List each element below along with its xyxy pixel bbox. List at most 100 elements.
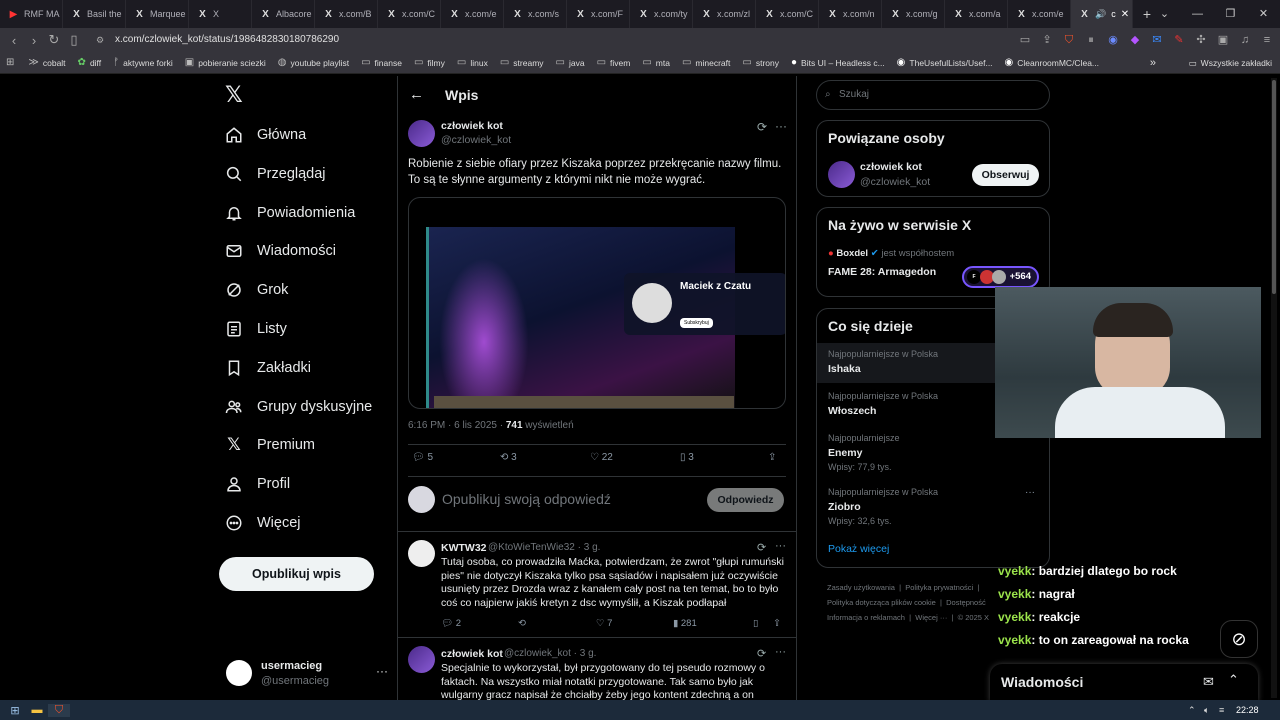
reply-item[interactable]: KWTW32 @KtoWieTenWie32 · 3 g. ⟳ ··· Tuta… <box>398 532 796 636</box>
account-switcher[interactable]: usermacieg @usermacieg ··· <box>226 656 388 692</box>
more-icon[interactable]: ··· <box>376 664 388 678</box>
reply-author[interactable]: KWTW32 <box>441 542 487 554</box>
close-window-icon[interactable]: ✕ <box>1247 0 1280 28</box>
back-arrow-icon[interactable]: ← <box>409 86 424 103</box>
bookmark[interactable]: ≫ cobalt <box>28 57 65 68</box>
reply-button[interactable]: 💬︎ 2 <box>441 618 461 629</box>
bookmark[interactable]: ✿ diff <box>78 57 102 68</box>
footer-link[interactable]: Informacja o reklamach <box>827 613 905 622</box>
bookmark[interactable]: ● Bits UI – Headless c... <box>791 57 885 68</box>
extension-icon[interactable]: ✎ <box>1172 31 1186 49</box>
live-host-row[interactable]: ● Boxdel ✔ jest współhostem <box>828 248 954 259</box>
page-scrollbar[interactable] <box>1271 78 1277 698</box>
browser-tab[interactable]: X Marquee <box>126 0 189 28</box>
nav-premium[interactable]: 𝕏 Premium <box>225 430 315 460</box>
nav-more[interactable]: Więcej <box>225 508 301 538</box>
bookmark-icon[interactable]: ▯ <box>753 618 758 629</box>
nav-profile[interactable]: Profil <box>225 469 290 499</box>
footer-link[interactable]: Dostępność <box>946 598 986 607</box>
all-bookmarks[interactable]: ▭ Wszystkie zakładki <box>1189 52 1272 74</box>
sidebar-icon[interactable]: ▣ <box>1216 31 1230 49</box>
browser-tab[interactable]: Xx.com/ty <box>630 0 693 28</box>
footer-link[interactable]: Polityka prywatności <box>905 583 973 592</box>
reply-input[interactable]: Opublikuj swoją odpowiedź <box>442 491 611 507</box>
bookmarks-overflow-icon[interactable]: » <box>1150 57 1156 69</box>
browser-tab[interactable]: X Basil the <box>63 0 126 28</box>
search-input[interactable]: ⌕ Szukaj <box>816 80 1050 110</box>
nav-notifications[interactable]: Powiadomienia <box>225 198 355 228</box>
bookmark-folder[interactable]: ▭ filmy <box>414 57 445 68</box>
browser-tab[interactable]: Xx.com/C <box>756 0 819 28</box>
browser-tab-active[interactable]: X 🔊 c ✕ <box>1071 0 1133 28</box>
footer-link[interactable]: Zasady użytkowania <box>827 583 895 592</box>
x-logo-icon[interactable]: 𝕏 <box>225 84 247 106</box>
minimize-icon[interactable]: — <box>1181 0 1214 28</box>
bookmark-folder[interactable]: ▭ strony <box>742 57 779 68</box>
language-icon[interactable]: ≡ <box>1219 705 1224 715</box>
more-icon[interactable]: ··· <box>775 540 786 552</box>
repost-button[interactable]: ⟲ 3 <box>500 452 517 463</box>
browser-tab[interactable]: XX <box>189 0 252 28</box>
bookmark[interactable]: ◉ TheUsefulLists/Usef... <box>897 57 993 68</box>
browser-tab[interactable]: Xx.com/F <box>567 0 630 28</box>
bookmark[interactable]: ◍ youtube playlist <box>278 57 349 68</box>
live-event-title[interactable]: FAME 28: Armagedon <box>828 266 936 278</box>
extension-icon[interactable]: ◆ <box>1128 31 1142 49</box>
pause-icon[interactable]: ⏸ <box>1084 31 1098 49</box>
browser-tab[interactable]: Xx.com/n <box>819 0 882 28</box>
share-icon[interactable]: ⇪ <box>1040 31 1054 49</box>
browser-tab[interactable]: Xx.com/e <box>1008 0 1071 28</box>
bookmark-folder[interactable]: ▭ streamy <box>500 57 544 68</box>
browser-tab[interactable]: Xx.com/a <box>945 0 1008 28</box>
media-icon[interactable]: ♫ <box>1238 31 1252 49</box>
expand-icon[interactable]: ⌃ <box>1228 672 1239 688</box>
tweet-author[interactable]: człowiek kot <box>441 120 503 132</box>
like-button[interactable]: ♡ 7 <box>596 618 612 629</box>
site-info-icon[interactable]: ⚙ <box>96 31 104 49</box>
repost-button[interactable]: ⟲ <box>518 618 526 629</box>
bookmark-folder[interactable]: ▭ mta <box>642 57 670 68</box>
post-button[interactable]: Opublikuj wpis <box>219 557 374 591</box>
file-explorer-icon[interactable]: ▬ <box>26 704 48 716</box>
brave-icon[interactable]: ⛉ <box>48 703 70 717</box>
volume-icon[interactable]: 🔈︎ <box>1204 705 1209 716</box>
footer-link[interactable]: Polityka dotycząca plików cookie <box>827 598 936 607</box>
puzzle-icon[interactable]: ✣ <box>1194 31 1208 49</box>
tweet-time[interactable]: 6:16 PM · 6 lis 2025 · <box>408 420 506 431</box>
bookmark-folder[interactable]: ▭ fivem <box>597 57 631 68</box>
menu-icon[interactable]: ≡ <box>1260 31 1274 49</box>
show-more-link[interactable]: Pokaż więcej <box>828 543 889 555</box>
like-button[interactable]: ♡ 22 <box>590 452 613 463</box>
forward-icon[interactable]: › <box>24 33 44 48</box>
views-button[interactable]: ▮ 281 <box>673 618 697 629</box>
browser-tab[interactable]: ▶ RMF MA <box>0 0 63 28</box>
reply-handle[interactable]: @czlowiek_kot · 3 g. <box>504 648 596 659</box>
tweet-media[interactable]: Maciek z Czatu Subskrybuj <box>408 197 786 409</box>
tab-search-icon[interactable]: ⌄ <box>1148 0 1181 28</box>
share-icon[interactable]: ⇪ <box>773 618 781 629</box>
close-tab-icon[interactable]: ✕ <box>1121 9 1129 20</box>
nav-explore[interactable]: Przeglądaj <box>225 159 326 189</box>
bookmark-folder[interactable]: ▭ minecraft <box>682 57 730 68</box>
nav-bookmarks[interactable]: Zakładki <box>225 353 311 383</box>
browser-tab[interactable]: Xx.com/s <box>504 0 567 28</box>
extension-icon[interactable]: ◉ <box>1106 31 1120 49</box>
new-message-icon[interactable]: ✉ <box>1203 674 1214 690</box>
avatar[interactable] <box>828 161 855 188</box>
bookmark[interactable]: ▣ pobieranie sciezki <box>185 57 266 68</box>
apps-icon[interactable]: ⊞ <box>6 57 14 68</box>
brave-shield-icon[interactable]: ⛉ <box>1062 31 1076 49</box>
browser-tab[interactable]: Xx.com/e <box>441 0 504 28</box>
clock[interactable]: 22:28 <box>1236 705 1259 715</box>
reply-submit-button[interactable]: Odpowiedz <box>707 488 784 512</box>
tray-chevron-icon[interactable]: ⌃ <box>1188 705 1196 716</box>
reply-button[interactable]: 💬︎ 5 <box>412 452 433 463</box>
more-icon[interactable]: ··· <box>775 119 787 133</box>
nav-lists[interactable]: Listy <box>225 314 287 344</box>
bookmark[interactable]: ᚠ aktywne forki <box>113 57 173 68</box>
bookmark-page-icon[interactable]: ▯ <box>64 32 84 48</box>
more-icon[interactable]: ··· <box>775 646 786 658</box>
nav-home[interactable]: Główna <box>225 120 306 150</box>
grok-icon[interactable]: ⟳ <box>757 541 766 554</box>
speaker-icon[interactable]: 🔊 <box>1095 9 1106 20</box>
